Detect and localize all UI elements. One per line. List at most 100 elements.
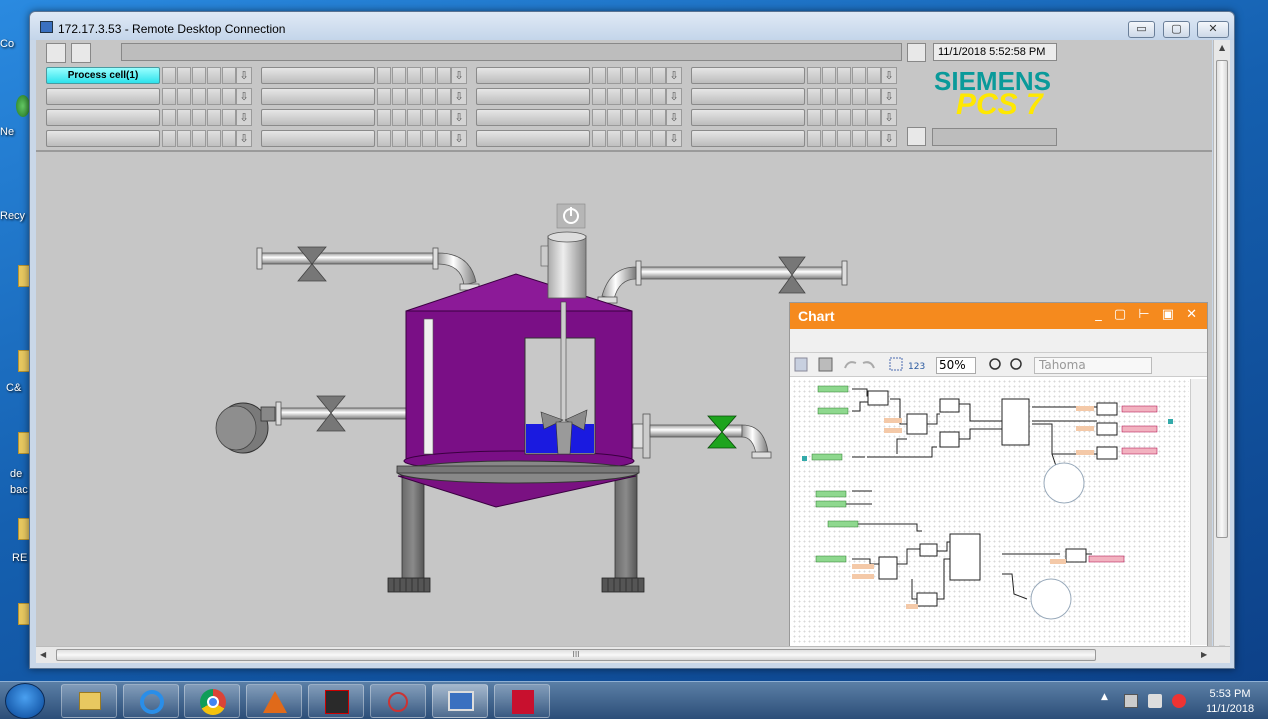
area-button[interactable] xyxy=(476,88,590,105)
area-status-indicator[interactable] xyxy=(377,88,391,105)
area-navigate-down-icon[interactable]: ⇩ xyxy=(666,88,682,105)
area-navigate-down-icon[interactable]: ⇩ xyxy=(666,130,682,147)
area-navigate-down-icon[interactable]: ⇩ xyxy=(451,130,467,147)
area-status-indicator[interactable] xyxy=(422,109,436,126)
area-button[interactable] xyxy=(476,67,590,84)
area-status-indicator[interactable] xyxy=(652,109,666,126)
area-status-indicator[interactable] xyxy=(407,130,421,147)
zoom-in-icon[interactable] xyxy=(1010,358,1022,370)
area-status-indicator[interactable] xyxy=(392,67,406,84)
area-status-indicator[interactable] xyxy=(637,109,651,126)
zoom-select[interactable]: 50% xyxy=(936,357,976,374)
overview-icon[interactable] xyxy=(46,43,66,63)
area-status-indicator[interactable] xyxy=(162,67,176,84)
area-status-indicator[interactable] xyxy=(837,88,851,105)
print-icon[interactable] xyxy=(818,357,833,372)
area-navigate-down-icon[interactable]: ⇩ xyxy=(881,67,897,84)
area-status-indicator[interactable] xyxy=(867,88,881,105)
area-status-indicator[interactable] xyxy=(437,109,451,126)
taskbar-remote-desktop[interactable] xyxy=(432,684,488,718)
redo-icon[interactable] xyxy=(862,361,875,369)
grid-icon[interactable] xyxy=(889,357,903,371)
area-status-indicator[interactable] xyxy=(437,130,451,147)
area-button[interactable] xyxy=(691,67,805,84)
area-navigate-down-icon[interactable]: ⇩ xyxy=(236,67,252,84)
cfc-chart-canvas[interactable] xyxy=(792,379,1189,645)
area-status-indicator[interactable] xyxy=(377,67,391,84)
window-vertical-scrollbar[interactable]: ▲ ▼ xyxy=(1213,40,1230,658)
area-status-indicator[interactable] xyxy=(392,88,406,105)
area-status-indicator[interactable] xyxy=(222,88,236,105)
zoom-out-icon[interactable] xyxy=(989,358,1001,370)
area-navigate-down-icon[interactable]: ⇩ xyxy=(236,109,252,126)
acknowledge-icon[interactable] xyxy=(907,43,926,62)
chart-vertical-scrollbar[interactable] xyxy=(1190,379,1207,645)
window-horizontal-scrollbar[interactable]: ◀ III ▶ xyxy=(36,646,1230,663)
taskbar-chrome[interactable] xyxy=(184,684,240,718)
area-button[interactable] xyxy=(261,88,375,105)
volume-icon[interactable] xyxy=(1148,694,1162,708)
area-status-indicator[interactable] xyxy=(207,130,221,147)
font-select[interactable]: Tahoma xyxy=(1034,357,1152,374)
desktop-icon-computer[interactable]: Co xyxy=(0,38,32,50)
area-navigate-down-icon[interactable]: ⇩ xyxy=(236,88,252,105)
area-status-indicator[interactable] xyxy=(422,67,436,84)
network-icon[interactable] xyxy=(16,95,30,117)
area-status-indicator[interactable] xyxy=(162,130,176,147)
area-status-indicator[interactable] xyxy=(652,88,666,105)
reactor-tank[interactable] xyxy=(396,273,640,508)
desktop-icon-recycle[interactable]: Recy xyxy=(0,210,32,222)
taskbar-explorer[interactable] xyxy=(61,684,117,718)
area-status-indicator[interactable] xyxy=(422,130,436,147)
area-status-indicator[interactable] xyxy=(637,130,651,147)
area-navigate-down-icon[interactable]: ⇩ xyxy=(881,88,897,105)
area-status-indicator[interactable] xyxy=(637,88,651,105)
area-button[interactable] xyxy=(691,130,805,147)
area-status-indicator[interactable] xyxy=(207,109,221,126)
process-cell-button[interactable]: Process cell(1) xyxy=(46,67,160,84)
area-status-indicator[interactable] xyxy=(437,67,451,84)
area-status-indicator[interactable] xyxy=(177,130,191,147)
desktop-icon-network[interactable]: Ne xyxy=(0,126,32,138)
area-status-indicator[interactable] xyxy=(807,67,821,84)
area-status-indicator[interactable] xyxy=(592,88,606,105)
area-status-indicator[interactable] xyxy=(392,130,406,147)
area-status-indicator[interactable] xyxy=(867,130,881,147)
hscroll-thumb[interactable]: III xyxy=(56,649,1096,661)
number-format-button[interactable]: 123 xyxy=(908,362,925,372)
area-status-indicator[interactable] xyxy=(607,130,621,147)
taskbar-clock[interactable]: 5:53 PM 11/1/2018 xyxy=(1196,687,1264,717)
area-button[interactable] xyxy=(261,109,375,126)
area-status-indicator[interactable] xyxy=(207,88,221,105)
area-status-indicator[interactable] xyxy=(807,88,821,105)
area-status-indicator[interactable] xyxy=(822,109,836,126)
minimize-button[interactable]: ▭ xyxy=(1128,21,1155,38)
alarm-icon[interactable] xyxy=(71,43,91,63)
area-button[interactable] xyxy=(46,88,160,105)
area-status-indicator[interactable] xyxy=(852,109,866,126)
area-status-indicator[interactable] xyxy=(222,67,236,84)
area-navigate-down-icon[interactable]: ⇩ xyxy=(881,109,897,126)
area-status-indicator[interactable] xyxy=(607,88,621,105)
area-status-indicator[interactable] xyxy=(592,67,606,84)
area-status-indicator[interactable] xyxy=(377,130,391,147)
area-status-indicator[interactable] xyxy=(622,88,636,105)
area-button[interactable] xyxy=(46,109,160,126)
area-status-indicator[interactable] xyxy=(822,67,836,84)
area-status-indicator[interactable] xyxy=(377,109,391,126)
area-status-indicator[interactable] xyxy=(622,109,636,126)
area-status-indicator[interactable] xyxy=(807,130,821,147)
taskbar-matlab[interactable] xyxy=(246,684,302,718)
area-navigate-down-icon[interactable]: ⇩ xyxy=(881,130,897,147)
area-status-indicator[interactable] xyxy=(192,130,206,147)
power-icon[interactable] xyxy=(556,203,586,229)
save-icon[interactable] xyxy=(794,357,808,372)
area-status-indicator[interactable] xyxy=(592,130,606,147)
area-status-indicator[interactable] xyxy=(407,67,421,84)
area-button[interactable] xyxy=(261,130,375,147)
chart-window[interactable]: Chart _ ▢ ⊢ ▣ ✕ 123 50% Tahoma xyxy=(789,302,1208,658)
undo-icon[interactable] xyxy=(844,361,857,369)
vscroll-thumb[interactable] xyxy=(1216,60,1228,538)
area-status-indicator[interactable] xyxy=(822,88,836,105)
area-status-indicator[interactable] xyxy=(607,67,621,84)
